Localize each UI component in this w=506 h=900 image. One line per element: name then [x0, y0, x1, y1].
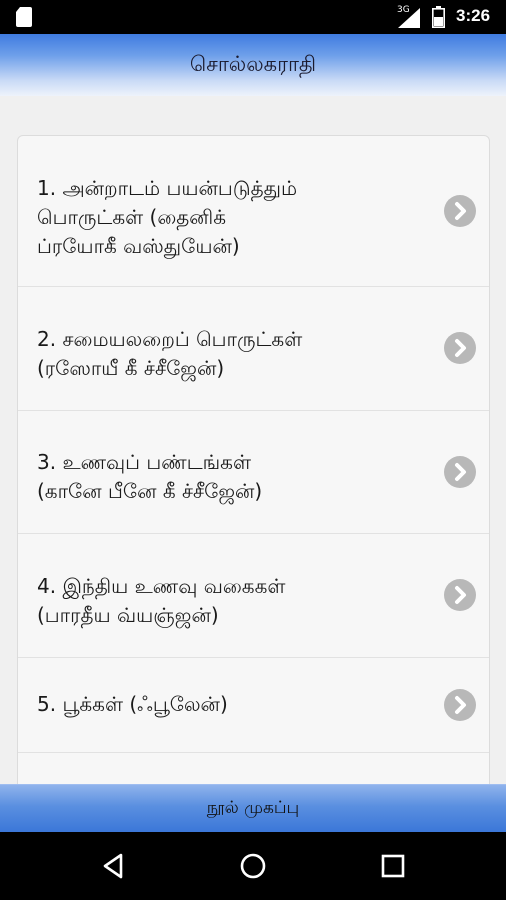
signal-icon	[398, 8, 420, 28]
list-item[interactable]: 3. உணவுப் பண்டங்கள் (கானே பீனே கீ ச்சீஜே…	[18, 411, 489, 534]
list-item-label: 1. அன்றாடம் பயன்படுத்தும் பொருட்கள் (தைன…	[37, 176, 298, 258]
list-item[interactable]: 5. பூக்கள் (ஃபூலேன்)	[18, 658, 489, 753]
back-icon[interactable]	[97, 850, 129, 882]
recents-icon[interactable]	[377, 850, 409, 882]
status-bar: 3G 3:26	[0, 0, 506, 34]
navigation-bar	[0, 832, 506, 900]
list-item-label: 2. சமையலறைப் பொருட்கள் (ரஸோயீ கீ ச்சீஜேன…	[37, 327, 303, 380]
chevron-right-icon	[444, 195, 476, 227]
home-page-button-label: நூல் முகப்பு	[206, 797, 300, 818]
chevron-right-icon	[444, 332, 476, 364]
chevron-right-icon	[444, 689, 476, 721]
list-item-label: 4. இந்திய உணவு வகைகள் (பாரதீய வ்யஞ்ஜன்)	[37, 574, 286, 627]
list-item[interactable]: 1. அன்றாடம் பயன்படுத்தும் பொருட்கள் (தைன…	[18, 136, 489, 287]
battery-icon	[432, 6, 445, 28]
page-title: சொல்லகராதி	[189, 51, 317, 76]
list-item-label: 5. பூக்கள் (ஃபூலேன்)	[37, 692, 228, 716]
list-item[interactable]: 2. சமையலறைப் பொருட்கள் (ரஸோயீ கீ ச்சீஜேன…	[18, 287, 489, 411]
home-page-button[interactable]: நூல் முகப்பு	[0, 784, 506, 832]
chevron-right-icon	[444, 579, 476, 611]
chevron-right-icon	[444, 456, 476, 488]
category-list: 1. அன்றாடம் பயன்படுத்தும் பொருட்கள் (தைன…	[17, 135, 490, 795]
home-icon[interactable]	[237, 850, 269, 882]
clock: 3:26	[456, 6, 491, 25]
list-item-label: 3. உணவுப் பண்டங்கள் (கானே பீனே கீ ச்சீஜே…	[37, 450, 263, 503]
sd-card-icon	[16, 7, 32, 27]
app-header: சொல்லகராதி	[0, 34, 506, 96]
list-item[interactable]: 4. இந்திய உணவு வகைகள் (பாரதீய வ்யஞ்ஜன்)	[18, 534, 489, 658]
